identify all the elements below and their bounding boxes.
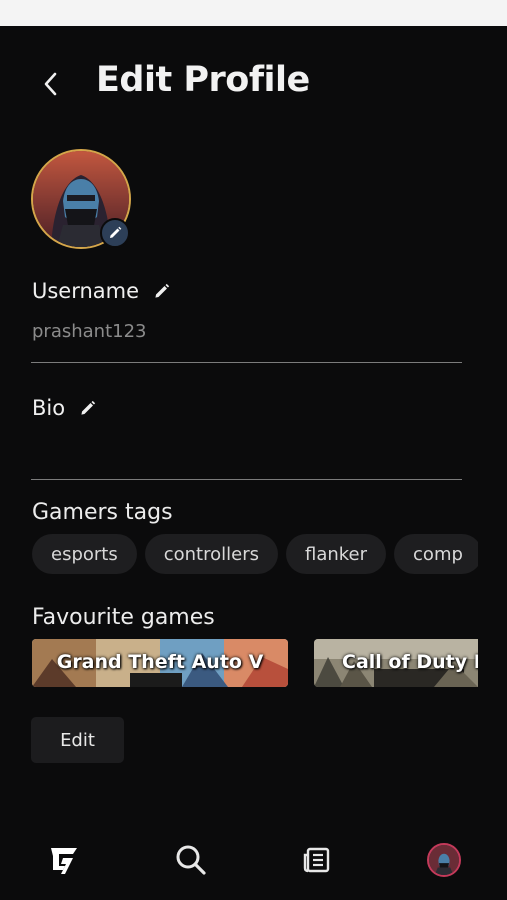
bio-edit-button[interactable] (79, 400, 96, 417)
page-title: Edit Profile (96, 60, 310, 100)
bio-label: Bio (32, 396, 66, 420)
pencil-icon (110, 226, 122, 238)
favourite-games-title: Favourite games (32, 605, 215, 630)
game-title: Call of Duty M (342, 651, 478, 673)
game-title: Grand Theft Auto V (56, 651, 264, 673)
game-card-cod[interactable]: Call of Duty M (314, 639, 478, 687)
username-label-row: Username (32, 279, 170, 303)
favourite-games-list: Grand Theft Auto V Call of Duty M (32, 639, 478, 687)
profile-avatar (427, 843, 461, 877)
gamer-tags-title: Gamers tags (32, 500, 173, 525)
tag-chip[interactable]: flanker (285, 534, 387, 574)
username-divider (31, 362, 462, 363)
pencil-icon (155, 283, 170, 298)
nav-home[interactable] (42, 838, 86, 882)
nav-news[interactable] (295, 838, 339, 882)
bottom-nav (0, 828, 507, 890)
bio-label-row: Bio (32, 396, 96, 420)
logo-icon (51, 848, 77, 874)
edit-button[interactable]: Edit (31, 717, 124, 763)
tag-chip[interactable]: controllers (144, 534, 278, 574)
nav-search[interactable] (169, 838, 213, 882)
game-card-gta[interactable]: Grand Theft Auto V (32, 639, 288, 687)
news-icon (303, 847, 330, 873)
back-button[interactable] (34, 64, 68, 104)
nav-profile[interactable] (422, 838, 466, 882)
header: Edit Profile (0, 52, 507, 116)
tag-chip[interactable]: comp (394, 534, 478, 574)
chevron-left-icon (44, 72, 57, 96)
username-edit-button[interactable] (153, 283, 170, 300)
bio-divider (31, 479, 462, 480)
avatar-edit-button[interactable] (100, 218, 130, 248)
username-field[interactable]: prashant123 (32, 321, 147, 342)
username-label: Username (32, 279, 140, 303)
avatar-section (31, 149, 133, 251)
status-bar (0, 0, 507, 26)
pencil-icon (81, 400, 96, 415)
tag-chip[interactable]: esports (32, 534, 137, 574)
gamer-tags-list: esports controllers flanker comp (32, 534, 478, 574)
search-icon (176, 845, 206, 875)
